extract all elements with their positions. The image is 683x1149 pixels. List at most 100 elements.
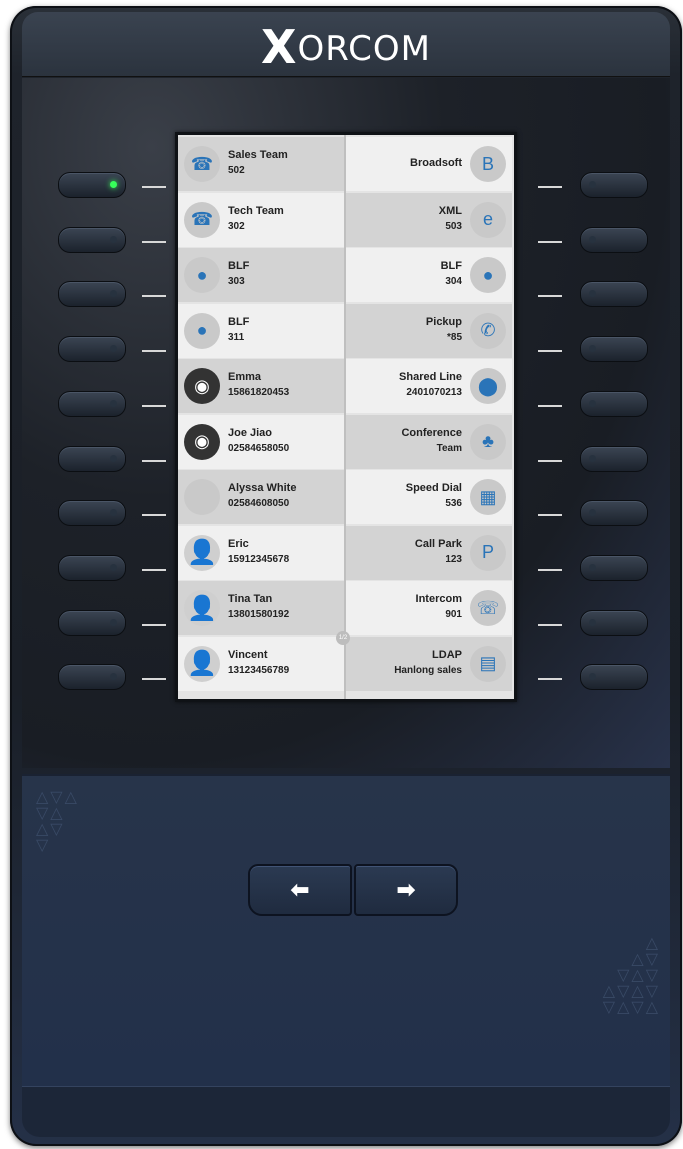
line-key-right[interactable] — [580, 226, 648, 253]
dsskey-left[interactable]: ☎ Tech Team 302 — [178, 192, 344, 247]
key-label: Eric — [228, 537, 249, 550]
key-pointer — [538, 514, 562, 517]
led-indicator — [589, 399, 596, 407]
page-back-button[interactable]: ⬅ — [248, 864, 352, 916]
dsskey-right[interactable]: ☏ Intercom 901 — [346, 581, 512, 635]
line-key-left[interactable] — [58, 226, 126, 253]
dsskey-left[interactable]: 👤 Vincent 13123456789 — [178, 636, 344, 691]
dsskey-right[interactable]: ▦ Speed Dial 536 — [346, 470, 512, 524]
key-pointer — [142, 186, 166, 188]
page-indicator: 1/2 — [336, 631, 350, 645]
dsskey-left[interactable]: ◉ Emma 15861820453 — [178, 359, 344, 413]
line-key-left[interactable] — [58, 281, 126, 308]
dsskey-right[interactable]: ● BLF 304 — [346, 248, 512, 302]
key-label: Broadsoft — [410, 157, 462, 169]
dsskey-left[interactable]: Alyssa White 02584608050 — [178, 470, 344, 524]
key-value: 502 — [228, 165, 245, 176]
line-key-right[interactable] — [580, 664, 648, 691]
led-indicator — [589, 673, 596, 681]
key-value: 02584658050 — [228, 442, 290, 454]
key-label: Vincent — [228, 648, 268, 661]
key-pointer — [538, 568, 562, 571]
line-key-right[interactable] — [580, 554, 648, 581]
key-row: ☎ Sales Team 502 B Broadsoft — [178, 137, 514, 191]
line-key-left[interactable] — [58, 554, 126, 581]
led-indicator — [110, 509, 117, 517]
lower-panel: △▽△ ▽△ △▽ ▽ △ △▽ ▽△▽ △▽△▽ ▽△▽△ — [22, 774, 670, 1086]
led-indicator — [589, 509, 596, 517]
key-value: 536 — [445, 498, 462, 509]
contact-photo-icon: ◉ — [184, 423, 220, 460]
line-key-right[interactable] — [580, 500, 648, 527]
dsskey-left[interactable]: ☎ Sales Team 502 — [178, 137, 344, 191]
dsskey-left[interactable]: ● BLF 311 — [178, 303, 344, 358]
page-forward-button[interactable]: ➡ — [354, 864, 458, 916]
key-pointer — [142, 623, 166, 626]
ldap-icon: ▤ — [470, 645, 506, 682]
key-value: 15861820453 — [228, 387, 290, 398]
line-key-left[interactable] — [58, 390, 126, 417]
pickup-icon: ✆ — [470, 312, 506, 349]
dsskey-right[interactable]: B Broadsoft — [346, 137, 512, 191]
line-key-right[interactable] — [580, 336, 648, 363]
broadsoft-icon: B — [470, 146, 506, 182]
person-silhouette-icon: 👤 — [184, 534, 220, 571]
line-key-right[interactable] — [580, 609, 648, 636]
dsskey-right[interactable]: ✆ Pickup *85 — [346, 303, 512, 358]
line-key-left[interactable] — [58, 336, 126, 363]
key-row: Alyssa White 02584608050 ▦ Speed Dial 536 — [178, 470, 514, 524]
key-row: 👤 Tina Tan 13801580192 ☏ Intercom 901 — [178, 581, 514, 635]
dsskey-right[interactable]: e XML 503 — [346, 192, 512, 247]
line-key-right[interactable] — [580, 390, 648, 417]
line-key-right[interactable] — [580, 281, 648, 308]
key-pointer — [538, 404, 562, 407]
dsskey-left[interactable]: ● BLF 303 — [178, 248, 344, 302]
line-key-left[interactable] — [58, 500, 126, 527]
dsskey-left[interactable]: 👤 Eric 15912345678 — [178, 525, 344, 580]
led-indicator — [110, 235, 117, 243]
dsskey-right[interactable]: ⬤ Shared Line 2401070213 — [346, 359, 512, 413]
led-indicator — [589, 290, 596, 298]
key-value: Hanlong sales — [394, 664, 462, 676]
line-key-left[interactable] — [58, 172, 126, 198]
key-pointer — [142, 404, 166, 407]
key-label: XML — [438, 204, 462, 217]
dsskey-left[interactable]: 👤 Tina Tan 13801580192 — [178, 581, 344, 635]
key-value: 303 — [228, 276, 245, 287]
key-value: 123 — [445, 553, 462, 565]
key-value: 503 — [445, 220, 462, 232]
key-pointer — [142, 459, 166, 462]
dsskey-right[interactable]: ▤ LDAP Hanlong sales — [346, 636, 512, 691]
key-label: BLF — [228, 260, 250, 272]
line-key-left[interactable] — [58, 664, 126, 691]
dsskey-right[interactable]: P Call Park 123 — [346, 525, 512, 580]
speed-dial-icon: ▦ — [470, 479, 506, 515]
user-blue-icon: ● — [184, 257, 220, 293]
key-pointer — [142, 295, 166, 298]
phone-icon: ☎ — [184, 146, 220, 182]
key-pointer — [142, 678, 166, 681]
line-key-left[interactable] — [58, 445, 126, 472]
line-key-right[interactable] — [580, 172, 648, 198]
key-value: 311 — [228, 331, 245, 343]
led-indicator — [110, 345, 117, 353]
line-key-right[interactable] — [580, 445, 648, 472]
dsskey-right[interactable]: ♣ Conference Team — [346, 414, 512, 469]
arrow-left-icon: ⬅ — [290, 877, 310, 902]
key-label: BLF — [440, 260, 462, 272]
user-blue-icon: ● — [470, 257, 506, 293]
dsskey-left[interactable]: ◉ Joe Jiao 02584658050 — [178, 414, 344, 469]
key-pointer — [538, 623, 562, 626]
decor-triangles-icon: △ △▽ ▽△▽ △▽△▽ ▽△▽△ — [602, 935, 660, 1016]
key-pointer — [142, 350, 166, 353]
key-label: Speed Dial — [405, 482, 462, 494]
key-pointer — [142, 240, 166, 243]
shared-line-icon: ⬤ — [470, 368, 506, 404]
line-key-left[interactable] — [58, 609, 126, 636]
led-indicator — [110, 673, 117, 681]
key-value: 302 — [228, 220, 245, 232]
key-label: Conference — [401, 426, 462, 439]
bottom-band — [22, 1086, 670, 1137]
key-value: Team — [436, 442, 462, 454]
person-silhouette-icon: 👤 — [184, 590, 220, 626]
